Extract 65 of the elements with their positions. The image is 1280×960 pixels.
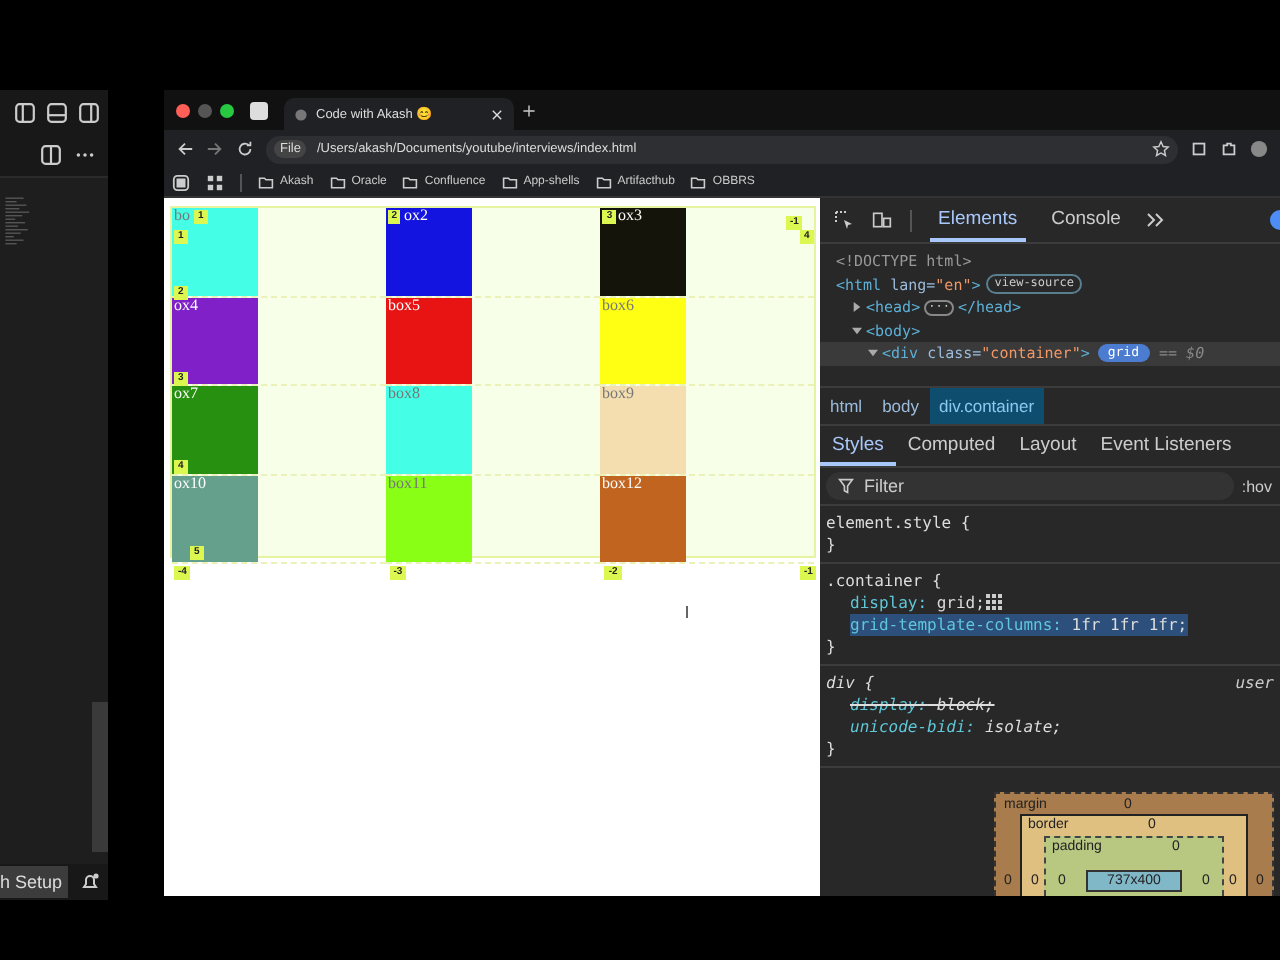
styles-tab[interactable]: Computed [895,426,1008,466]
close-icon[interactable] [176,103,190,117]
css-selector: .container { [826,570,942,592]
folder-icon [690,175,707,189]
styles-tab[interactable]: Event Listeners [1088,426,1244,466]
device-icon[interactable] [872,210,892,230]
css-brace: } [826,534,838,556]
maximize-icon[interactable] [220,103,234,117]
new-tab-icon[interactable] [522,103,536,117]
css-brace: } [826,738,838,760]
avatar-icon[interactable] [1250,140,1268,158]
apps-icon[interactable] [206,173,224,191]
css-selector: div { [826,672,875,694]
expand-arrow-icon[interactable] [868,348,878,359]
bell-icon[interactable] [80,872,101,892]
inspect-icon[interactable] [834,210,854,230]
styles-tab[interactable]: Layout [1007,426,1089,466]
status-item[interactable]: h Setup [0,866,69,898]
folder-icon [402,175,419,189]
close-icon[interactable] [490,107,504,121]
sidebar-icon[interactable] [172,173,190,191]
globe-icon [294,107,308,121]
layout-icon[interactable] [14,102,36,124]
folder-icon [501,175,518,189]
layout-icon[interactable] [46,102,68,124]
folder-icon [329,175,346,189]
rule-source: user [1235,672,1274,694]
devtools-tab[interactable]: Elements [930,198,1026,242]
expand-arrow-icon[interactable] [852,325,862,336]
filter-icon [838,478,854,494]
folder-icon [258,175,274,189]
grid-box: box11 [386,475,472,562]
minimap [4,194,32,250]
css-declaration[interactable]: grid-template-columns: 1fr 1fr 1fr; [850,614,1188,636]
split-editor-icon[interactable] [40,144,62,166]
grid-box: box5 [386,297,472,384]
filter-input[interactable]: Filter [864,476,1104,496]
grid-box: box9 [600,386,686,473]
grid-editor-icon[interactable] [986,594,1005,612]
folder-icon [595,175,612,189]
breadcrumb[interactable]: div.container [929,388,1045,424]
scrollbar[interactable] [92,702,108,852]
css-declaration[interactable]: display: block; [850,694,995,716]
devtools-tab[interactable]: Console [1043,198,1129,242]
minimize-icon[interactable] [198,103,212,117]
css-brace: } [826,636,838,658]
grid-box: box8 [386,386,472,473]
back-icon[interactable] [176,140,194,158]
cursor-icon [686,606,688,618]
layout-icon[interactable] [78,102,100,124]
styles-tab[interactable]: Styles [820,426,896,466]
breadcrumb[interactable]: html [820,388,873,424]
css-selector: element.style { [826,512,971,534]
star-icon[interactable] [1152,140,1170,158]
grid-box: box6 [600,297,686,384]
more-tabs-icon[interactable] [1146,210,1167,230]
grid-box: box12 [600,475,686,562]
forward-icon[interactable] [206,140,224,158]
reload-icon[interactable] [236,140,254,158]
filter-field[interactable]: Filter [826,472,1234,500]
css-declaration[interactable]: unicode-bidi: isolate; [850,716,1062,738]
expand-arrow-icon[interactable] [852,302,862,313]
breadcrumb[interactable]: body [872,388,929,424]
hover-toggle[interactable]: :hov [1241,477,1272,495]
css-declaration[interactable]: display: grid; [850,592,985,614]
